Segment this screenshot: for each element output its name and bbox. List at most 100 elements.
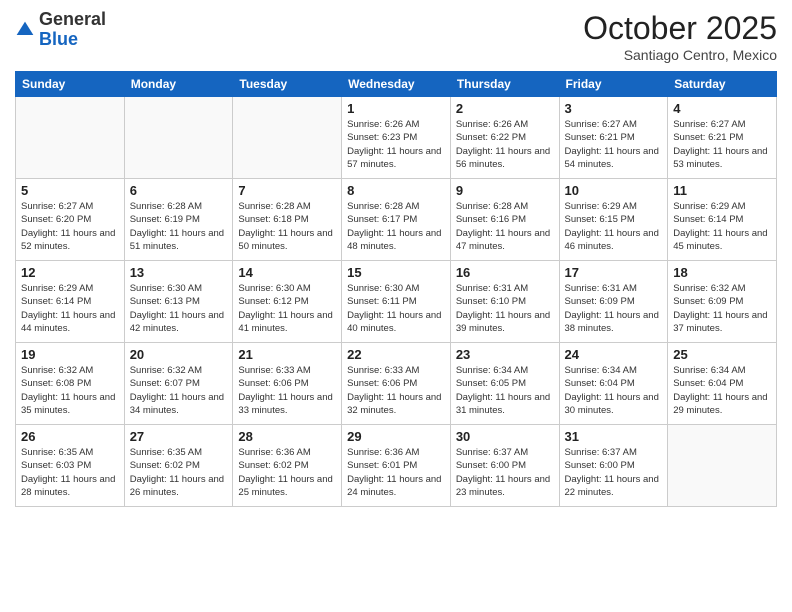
calendar-cell — [233, 97, 342, 179]
day-number: 7 — [238, 183, 336, 198]
logo: General Blue — [15, 10, 106, 50]
page: General Blue October 2025 Santiago Centr… — [0, 0, 792, 612]
calendar-cell — [124, 97, 233, 179]
calendar-cell: 22Sunrise: 6:33 AM Sunset: 6:06 PM Dayli… — [342, 343, 451, 425]
day-info: Sunrise: 6:31 AM Sunset: 6:10 PM Dayligh… — [456, 282, 554, 335]
day-info: Sunrise: 6:36 AM Sunset: 6:02 PM Dayligh… — [238, 446, 336, 499]
day-number: 19 — [21, 347, 119, 362]
day-info: Sunrise: 6:37 AM Sunset: 6:00 PM Dayligh… — [565, 446, 663, 499]
day-number: 30 — [456, 429, 554, 444]
day-number: 2 — [456, 101, 554, 116]
calendar-cell: 31 Sunrise: 6:37 AM Sunset: 6:00 PM Dayli… — [559, 425, 668, 507]
day-number: 29 — [347, 429, 445, 444]
calendar-cell: 7 Sunrise: 6:28 AM Sunset: 6:18 PM Daylig… — [233, 179, 342, 261]
day-info: Sunrise: 6:35 AM Sunset: 6:03 PM Dayligh… — [21, 446, 119, 499]
day-number: 20 — [130, 347, 228, 362]
day-info: Sunrise: 6:30 AM Sunset: 6:12 PM Dayligh… — [238, 282, 336, 335]
day-number: 5 — [21, 183, 119, 198]
logo-text: General Blue — [39, 10, 106, 50]
calendar-cell: 27 Sunrise: 6:35 AM Sunset: 6:02 PM Dayli… — [124, 425, 233, 507]
day-number: 31 — [565, 429, 663, 444]
day-number: 4 — [673, 101, 771, 116]
weekday-header: Monday — [124, 72, 233, 97]
day-number: 24 — [565, 347, 663, 362]
calendar-week-row: 26 Sunrise: 6:35 AM Sunset: 6:03 PM Dayli… — [16, 425, 777, 507]
weekday-header: Tuesday — [233, 72, 342, 97]
day-number: 16 — [456, 265, 554, 280]
month-title: October 2025 — [583, 10, 777, 47]
day-number: 14 — [238, 265, 336, 280]
day-info: Sunrise: 6:28 AM Sunset: 6:18 PM Dayligh… — [238, 200, 336, 253]
day-info: Sunrise: 6:29 AM Sunset: 6:15 PM Dayligh… — [565, 200, 663, 253]
day-info: Sunrise: 6:37 AM Sunset: 6:00 PM Dayligh… — [456, 446, 554, 499]
day-info: Sunrise: 6:36 AM Sunset: 6:01 PM Dayligh… — [347, 446, 445, 499]
logo-icon — [15, 20, 35, 40]
day-info: Sunrise: 6:27 AM Sunset: 6:21 PM Dayligh… — [673, 118, 771, 171]
day-number: 9 — [456, 183, 554, 198]
day-number: 11 — [673, 183, 771, 198]
calendar-cell: 20 Sunrise: 6:32 AM Sunset: 6:07 PM Dayli… — [124, 343, 233, 425]
weekday-header-row: SundayMondayTuesdayWednesdayThursdayFrid… — [16, 72, 777, 97]
day-number: 10 — [565, 183, 663, 198]
day-info: Sunrise: 6:34 AM Sunset: 6:04 PM Dayligh… — [673, 364, 771, 417]
calendar-cell: 17 Sunrise: 6:31 AM Sunset: 6:09 PM Dayli… — [559, 261, 668, 343]
day-info: Sunrise: 6:28 AM Sunset: 6:19 PM Dayligh… — [130, 200, 228, 253]
logo-general: General — [39, 9, 106, 29]
calendar-cell: 14 Sunrise: 6:30 AM Sunset: 6:12 PM Dayli… — [233, 261, 342, 343]
day-number: 8 — [347, 183, 445, 198]
weekday-header: Saturday — [668, 72, 777, 97]
day-number: 15 — [347, 265, 445, 280]
day-info: Sunrise: 6:31 AM Sunset: 6:09 PM Dayligh… — [565, 282, 663, 335]
title-block: October 2025 Santiago Centro, Mexico — [583, 10, 777, 63]
header: General Blue October 2025 Santiago Centr… — [15, 10, 777, 63]
day-number: 22 — [347, 347, 445, 362]
day-number: 21 — [238, 347, 336, 362]
calendar-cell: 8Sunrise: 6:28 AM Sunset: 6:17 PM Daylig… — [342, 179, 451, 261]
day-number: 18 — [673, 265, 771, 280]
calendar-cell: 11Sunrise: 6:29 AM Sunset: 6:14 PM Dayli… — [668, 179, 777, 261]
calendar-cell: 12Sunrise: 6:29 AM Sunset: 6:14 PM Dayli… — [16, 261, 125, 343]
logo-blue: Blue — [39, 29, 78, 49]
calendar-cell — [668, 425, 777, 507]
day-number: 1 — [347, 101, 445, 116]
calendar-cell: 16 Sunrise: 6:31 AM Sunset: 6:10 PM Dayli… — [450, 261, 559, 343]
day-info: Sunrise: 6:32 AM Sunset: 6:08 PM Dayligh… — [21, 364, 119, 417]
day-info: Sunrise: 6:33 AM Sunset: 6:06 PM Dayligh… — [238, 364, 336, 417]
day-info: Sunrise: 6:27 AM Sunset: 6:20 PM Dayligh… — [21, 200, 119, 253]
day-info: Sunrise: 6:32 AM Sunset: 6:07 PM Dayligh… — [130, 364, 228, 417]
calendar-cell: 5 Sunrise: 6:27 AM Sunset: 6:20 PM Daylig… — [16, 179, 125, 261]
day-info: Sunrise: 6:34 AM Sunset: 6:05 PM Dayligh… — [456, 364, 554, 417]
calendar-cell: 29 Sunrise: 6:36 AM Sunset: 6:01 PM Dayli… — [342, 425, 451, 507]
calendar-cell: 2 Sunrise: 6:26 AM Sunset: 6:22 PM Daylig… — [450, 97, 559, 179]
calendar-cell: 4 Sunrise: 6:27 AM Sunset: 6:21 PM Daylig… — [668, 97, 777, 179]
day-number: 27 — [130, 429, 228, 444]
day-info: Sunrise: 6:35 AM Sunset: 6:02 PM Dayligh… — [130, 446, 228, 499]
weekday-header: Wednesday — [342, 72, 451, 97]
day-number: 6 — [130, 183, 228, 198]
calendar-cell: 1 Sunrise: 6:26 AM Sunset: 6:23 PM Daylig… — [342, 97, 451, 179]
calendar-week-row: 1 Sunrise: 6:26 AM Sunset: 6:23 PM Daylig… — [16, 97, 777, 179]
calendar-cell: 23 Sunrise: 6:34 AM Sunset: 6:05 PM Dayli… — [450, 343, 559, 425]
day-info: Sunrise: 6:26 AM Sunset: 6:23 PM Dayligh… — [347, 118, 445, 171]
day-info: Sunrise: 6:34 AM Sunset: 6:04 PM Dayligh… — [565, 364, 663, 417]
calendar-week-row: 5 Sunrise: 6:27 AM Sunset: 6:20 PM Daylig… — [16, 179, 777, 261]
calendar-cell: 24 Sunrise: 6:34 AM Sunset: 6:04 PM Dayli… — [559, 343, 668, 425]
day-number: 26 — [21, 429, 119, 444]
day-number: 13 — [130, 265, 228, 280]
calendar: SundayMondayTuesdayWednesdayThursdayFrid… — [15, 71, 777, 507]
day-info: Sunrise: 6:27 AM Sunset: 6:21 PM Dayligh… — [565, 118, 663, 171]
day-info: Sunrise: 6:30 AM Sunset: 6:13 PM Dayligh… — [130, 282, 228, 335]
calendar-week-row: 12Sunrise: 6:29 AM Sunset: 6:14 PM Dayli… — [16, 261, 777, 343]
weekday-header: Sunday — [16, 72, 125, 97]
day-info: Sunrise: 6:30 AM Sunset: 6:11 PM Dayligh… — [347, 282, 445, 335]
calendar-cell: 26 Sunrise: 6:35 AM Sunset: 6:03 PM Dayli… — [16, 425, 125, 507]
day-number: 17 — [565, 265, 663, 280]
calendar-cell: 19 Sunrise: 6:32 AM Sunset: 6:08 PM Dayli… — [16, 343, 125, 425]
day-number: 12 — [21, 265, 119, 280]
day-number: 23 — [456, 347, 554, 362]
calendar-cell: 6 Sunrise: 6:28 AM Sunset: 6:19 PM Daylig… — [124, 179, 233, 261]
day-number: 28 — [238, 429, 336, 444]
calendar-cell: 30 Sunrise: 6:37 AM Sunset: 6:00 PM Dayli… — [450, 425, 559, 507]
day-info: Sunrise: 6:26 AM Sunset: 6:22 PM Dayligh… — [456, 118, 554, 171]
calendar-cell: 15 Sunrise: 6:30 AM Sunset: 6:11 PM Dayli… — [342, 261, 451, 343]
